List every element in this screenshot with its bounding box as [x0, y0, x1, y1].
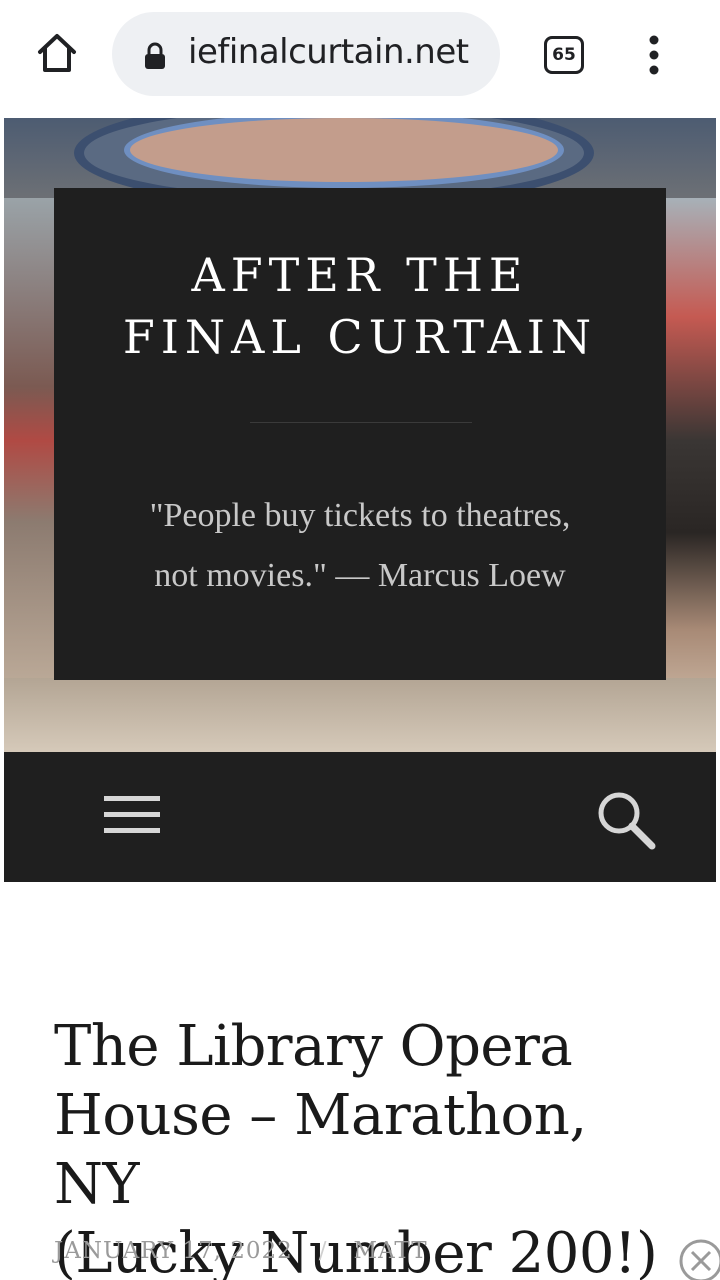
post-meta: JANUARY 17, 2022 / MATT [54, 1238, 428, 1264]
search-icon [598, 792, 656, 850]
browser-toolbar: iefinalcurtain.net 65 [0, 0, 720, 118]
hero-right-wall [660, 198, 716, 738]
close-icon [679, 1239, 720, 1280]
site-tagline: "People buy tickets to theatres, not mov… [94, 486, 626, 606]
close-overlay-button[interactable] [676, 1236, 720, 1280]
home-button[interactable] [34, 30, 80, 76]
site-navigation-bar [4, 752, 716, 882]
site-title-line-1: AFTER THE [191, 248, 529, 302]
menu-toggle-button[interactable] [104, 794, 160, 836]
post-title-line-2: House – Marathon, NY [54, 1083, 587, 1217]
tagline-line-2: not movies." — Marcus Loew [154, 557, 566, 594]
url-text: iefinalcurtain.net [188, 32, 469, 72]
post-author-link[interactable]: MATT [354, 1238, 428, 1264]
tab-count: 65 [552, 45, 576, 65]
hero-floor [4, 678, 716, 752]
post-title-line-1: The Library Opera [54, 1014, 573, 1079]
site-title[interactable]: AFTER THE FINAL CURTAIN [54, 244, 666, 368]
meta-separator: / [318, 1238, 328, 1264]
site-title-line-2: FINAL CURTAIN [122, 310, 598, 364]
lock-icon [145, 42, 165, 69]
header-hero-image: AFTER THE FINAL CURTAIN "People buy tick… [4, 118, 716, 752]
address-bar[interactable]: iefinalcurtain.net [112, 12, 500, 96]
browser-menu-button[interactable] [638, 34, 670, 76]
title-divider [250, 422, 472, 423]
more-vertical-icon [649, 35, 659, 75]
hamburger-menu-icon [104, 796, 160, 833]
search-toggle-button[interactable] [594, 788, 658, 852]
article-preview: The Library Opera House – Marathon, NY (… [0, 882, 720, 1280]
tab-switcher-button[interactable]: 65 [544, 36, 584, 74]
home-icon [38, 34, 76, 72]
site-branding: AFTER THE FINAL CURTAIN "People buy tick… [54, 188, 666, 680]
post-date-link[interactable]: JANUARY 17, 2022 [54, 1238, 293, 1264]
tagline-line-1: "People buy tickets to theatres, [149, 497, 571, 534]
